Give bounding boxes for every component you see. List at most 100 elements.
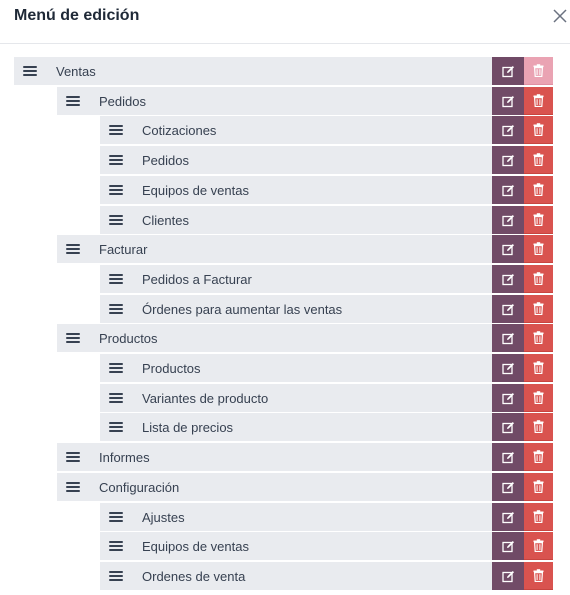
menu-row: Ventas: [0, 57, 570, 85]
edit-button[interactable]: [492, 562, 524, 590]
delete-button[interactable]: [524, 324, 553, 352]
delete-button[interactable]: [524, 562, 553, 590]
drag-handle-icon[interactable]: [66, 333, 80, 343]
edit-icon: [501, 332, 515, 345]
edit-button[interactable]: [492, 295, 524, 323]
drag-handle-icon[interactable]: [109, 541, 123, 551]
menu-item-label: Productos: [99, 330, 158, 346]
edit-button[interactable]: [492, 413, 524, 441]
trash-icon: [533, 450, 544, 463]
menu-item[interactable]: Cotizaciones: [100, 116, 492, 144]
drag-handle-icon[interactable]: [109, 363, 123, 373]
edit-button[interactable]: [492, 473, 524, 501]
menu-item[interactable]: Órdenes para aumentar las ventas: [100, 295, 492, 323]
delete-button[interactable]: [524, 503, 553, 531]
edit-button[interactable]: [492, 87, 524, 115]
close-icon[interactable]: [553, 6, 569, 26]
drag-handle-icon[interactable]: [23, 66, 37, 76]
menu-item-label: Ajustes: [142, 509, 185, 525]
drag-handle-icon[interactable]: [109, 393, 123, 403]
drag-handle-icon[interactable]: [109, 215, 123, 225]
menu-item-label: Equipos de ventas: [142, 182, 249, 198]
delete-button[interactable]: [524, 443, 553, 471]
menu-item-label: Pedidos: [142, 152, 189, 168]
drag-handle-icon[interactable]: [109, 185, 123, 195]
delete-button[interactable]: [524, 384, 553, 412]
menu-item[interactable]: Variantes de producto: [100, 384, 492, 412]
menu-item[interactable]: Productos: [57, 324, 492, 352]
menu-item[interactable]: Lista de precios: [100, 413, 492, 441]
menu-item[interactable]: Ordenes de venta: [100, 562, 492, 590]
menu-item[interactable]: Facturar: [57, 235, 492, 263]
drag-handle-icon[interactable]: [109, 125, 123, 135]
drag-handle-icon[interactable]: [109, 304, 123, 314]
menu-item-label: Productos: [142, 360, 201, 376]
edit-button[interactable]: [492, 532, 524, 560]
delete-button[interactable]: [524, 87, 553, 115]
menu-item-label: Pedidos: [99, 93, 146, 109]
edit-icon: [501, 362, 515, 375]
trash-icon: [533, 539, 544, 552]
delete-button[interactable]: [524, 146, 553, 174]
menu-item[interactable]: Pedidos: [57, 87, 492, 115]
edit-button[interactable]: [492, 384, 524, 412]
drag-handle-icon[interactable]: [109, 512, 123, 522]
menu-item[interactable]: Ajustes: [100, 503, 492, 531]
drag-handle-icon[interactable]: [109, 571, 123, 581]
trash-icon: [533, 64, 544, 77]
edit-button[interactable]: [492, 176, 524, 204]
delete-button[interactable]: [524, 413, 553, 441]
edit-icon: [501, 124, 515, 137]
trash-icon: [533, 510, 544, 523]
edit-icon: [501, 421, 515, 434]
menu-item[interactable]: Informes: [57, 443, 492, 471]
edit-button[interactable]: [492, 324, 524, 352]
delete-button[interactable]: [524, 532, 553, 560]
edit-button[interactable]: [492, 443, 524, 471]
drag-handle-icon[interactable]: [109, 155, 123, 165]
drag-handle-icon[interactable]: [66, 482, 80, 492]
dialog-header: Menú de edición: [0, 0, 570, 44]
menu-row: Equipos de ventas: [0, 176, 570, 204]
edit-button[interactable]: [492, 206, 524, 234]
trash-icon: [533, 569, 544, 582]
menu-item[interactable]: Equipos de ventas: [100, 532, 492, 560]
delete-button[interactable]: [524, 206, 553, 234]
menu-row: Productos: [0, 324, 570, 352]
edit-icon: [501, 65, 515, 78]
delete-button[interactable]: [524, 473, 553, 501]
edit-icon: [501, 303, 515, 316]
menu-item[interactable]: Pedidos a Facturar: [100, 265, 492, 293]
edit-button[interactable]: [492, 235, 524, 263]
menu-item[interactable]: Equipos de ventas: [100, 176, 492, 204]
edit-button[interactable]: [492, 503, 524, 531]
drag-handle-icon[interactable]: [66, 96, 80, 106]
trash-icon: [533, 391, 544, 404]
delete-button[interactable]: [524, 295, 553, 323]
delete-button[interactable]: [524, 116, 553, 144]
delete-button[interactable]: [524, 354, 553, 382]
drag-handle-icon[interactable]: [66, 452, 80, 462]
edit-button[interactable]: [492, 265, 524, 293]
delete-button[interactable]: [524, 57, 553, 85]
menu-item[interactable]: Configuración: [57, 473, 492, 501]
edit-button[interactable]: [492, 57, 524, 85]
delete-button[interactable]: [524, 235, 553, 263]
trash-icon: [533, 302, 544, 315]
drag-handle-icon[interactable]: [109, 422, 123, 432]
menu-row: Variantes de producto: [0, 384, 570, 412]
delete-button[interactable]: [524, 176, 553, 204]
trash-icon: [533, 94, 544, 107]
menu-item[interactable]: Productos: [100, 354, 492, 382]
menu-item[interactable]: Pedidos: [100, 146, 492, 174]
menu-row: Ordenes de venta: [0, 562, 570, 590]
delete-button[interactable]: [524, 265, 553, 293]
edit-icon: [501, 273, 515, 286]
edit-button[interactable]: [492, 146, 524, 174]
menu-item[interactable]: Ventas: [14, 57, 492, 85]
edit-button[interactable]: [492, 116, 524, 144]
edit-button[interactable]: [492, 354, 524, 382]
menu-item[interactable]: Clientes: [100, 206, 492, 234]
drag-handle-icon[interactable]: [109, 274, 123, 284]
drag-handle-icon[interactable]: [66, 244, 80, 254]
